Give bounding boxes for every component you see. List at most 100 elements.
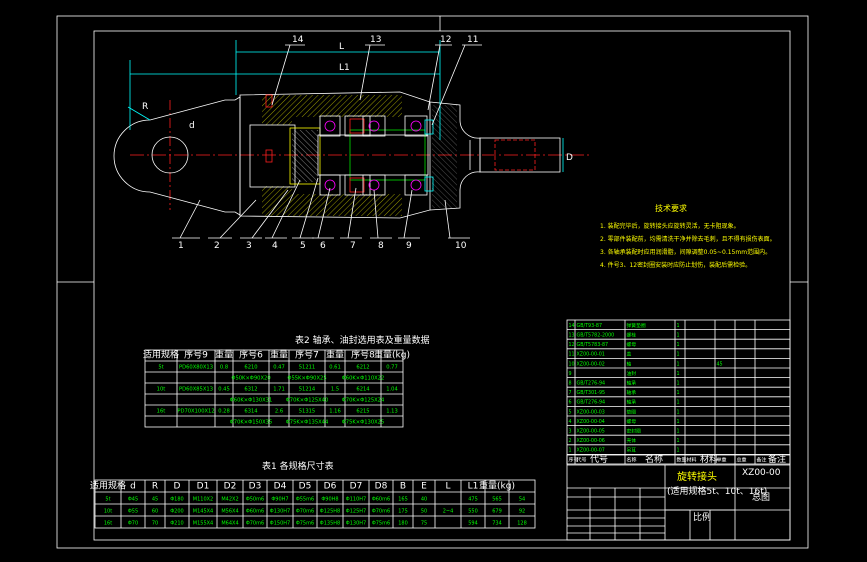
technical-requirements: 技术要求 1. 装配完毕后，旋转接头应旋转灵活，无卡阻现象。 2. 零部件装配前… [600,203,776,269]
dim-L: L [339,42,344,52]
table-2-cell: 0.61 [329,365,341,371]
part-label-10: 10 [455,241,467,251]
table-2-cell: Φ75K×Φ130X25 [342,420,385,426]
assembly-drawing[interactable]: L L1 R d D 1 2 3 4 5 6 7 8 9 10 11 12 13… [113,35,590,251]
tb-drawing-no: XZ00-00 [742,468,781,478]
parts-list-cell: GB/T276-94 [577,400,606,406]
parts-list-cell: 1 [677,323,680,329]
table-2-cell: 重量 [326,349,344,361]
tech-line-2: 2. 零部件装配前，均需清洗干净并除去毛刺，且不得有损伤表面。 [600,235,776,243]
parts-list: 14 GB/T93-87 弹簧垫圈 113 GB/T5782-2000 螺栓 112 GB/T… [566,319,791,465]
table-1-cell: Φ60m6 [246,508,264,514]
table-2-cell: Φ50K×Φ90X20 [231,376,270,382]
table-2-cell: 6210 [244,365,257,371]
parts-list-cell: GB/T5782-2000 [577,333,615,339]
part-label-13: 13 [370,35,381,45]
parts-list-cell: 1 [677,381,680,387]
parts-list-cell: 3 [569,429,572,435]
part-label-4: 4 [272,241,278,251]
bearing-6 [319,115,341,196]
parts-list-cell: 盖 [627,351,632,358]
cad-drawing-canvas[interactable]: L L1 R d D 1 2 3 4 5 6 7 8 9 10 11 12 13… [0,0,867,562]
table-1-cell: D6 [324,481,337,491]
table-1-cell: Φ125H7 [346,508,366,514]
dim-R: R [142,102,148,112]
table-2-cell: 6312 [244,387,257,393]
table-1-cell: 165 [398,496,408,502]
table-1-cell: 679 [492,508,502,514]
table-2-cell: 1.04 [386,387,398,393]
parts-list-cell: 2 [569,438,572,444]
tb-name-label: 名称 [645,453,663,465]
table-1-cell: 175 [398,508,408,514]
table-1-cell: 475 [468,496,478,502]
table-1-cell: Φ45 [128,496,138,502]
table-2-cell: Φ70K×Φ125X40 [286,398,329,404]
table-2-cell: 1.5 [331,387,339,393]
parts-list-cell: XZ00-00-01 [577,352,605,358]
table-1-cell: Φ135H8 [320,520,340,526]
table-1-cell: B [400,481,406,491]
table-2-cell: 1.16 [329,409,341,415]
tech-line-1: 1. 装配完毕后，旋转接头应旋转灵活，无卡阻现象。 [600,222,740,230]
table-1-cell: 2~4 [443,508,454,514]
parts-list-cell: 10 [569,361,575,367]
parts-list-header: 备注 [757,456,767,463]
dim-L1: L1 [339,63,350,73]
table-1-cell: D1 [197,481,210,491]
parts-list-cell: 1 [677,400,680,406]
parts-list-cell: 1 [677,342,680,348]
table-1-cell: M145X4 [193,508,213,514]
dim-D: D [566,153,573,163]
parts-list-header: 总重 [737,456,747,463]
parts-list-cell: 11 [569,352,575,358]
table-2-cell: Φ60K×Φ110X22 [342,376,385,382]
table-1-cell: 92 [519,508,525,514]
table-1-cell: 128 [517,520,527,526]
parts-list-cell: 油封 [627,370,637,377]
table-1-cell: M42X2 [221,496,238,502]
tech-title: 技术要求 [655,203,687,213]
table-2-cell: 序号7 [295,349,319,361]
table-1-cell: Φ55m6 [296,496,314,502]
table-2-cell: 51214 [299,387,316,393]
table-1-cell: D2 [224,481,237,491]
parts-list-cell: 8 [569,381,572,387]
table-1-cell: 40 [421,496,427,502]
bearing-7 [344,115,371,196]
parts-list-cell: 14 [569,323,575,329]
table-1-cell: M155X4 [193,520,213,526]
parts-list-cell: 9 [569,371,572,377]
table-1-cell: Φ200 [170,508,183,514]
table-2-cell: Φ70K×Φ150X35 [230,420,273,426]
table-1-cell: L [445,481,450,491]
table-2-cell: PD60X85X13 [179,387,213,393]
table-1-cell: Φ70m6 [372,508,390,514]
parts-list-cell: XZ00-00-05 [577,429,605,435]
table-1-cell: D4 [274,481,287,491]
part-label-7: 7 [350,241,356,251]
table-1-cell: 594 [468,520,478,526]
table-1-cell: 10t [104,508,112,514]
parts-list-cell: 垫圈 [627,408,637,415]
table-2-cell: 10t [157,387,166,393]
table-1-cell: Φ50m6 [246,496,264,502]
table-2-cell: 重量 [270,349,288,361]
table-2-cell: 0.28 [218,409,230,415]
parts-list-cell: 壳体 [627,437,637,444]
parts-list-header: 数量 [677,456,687,463]
table-1-cell: Φ75m6 [296,520,314,526]
table-1-cell: Φ130H7 [270,508,290,514]
parts-list-cell: XZ00-00-04 [577,419,605,425]
tb-scale-label: 比例 [693,511,711,523]
part-label-8: 8 [378,241,384,251]
table-1-cell: M64X4 [221,520,238,526]
parts-list-cell: 1 [677,438,680,444]
part-label-2: 2 [214,241,220,251]
parts-list-cell: 弹簧垫圈 [627,322,646,329]
tb-drawing-name: 旋转接头 [677,470,717,483]
table-2-cell: 1.13 [386,409,398,415]
parts-list-cell: 吊耳 [627,448,637,454]
parts-list-cell: 1 [677,371,680,377]
table-2-cell: 5t [158,365,163,371]
